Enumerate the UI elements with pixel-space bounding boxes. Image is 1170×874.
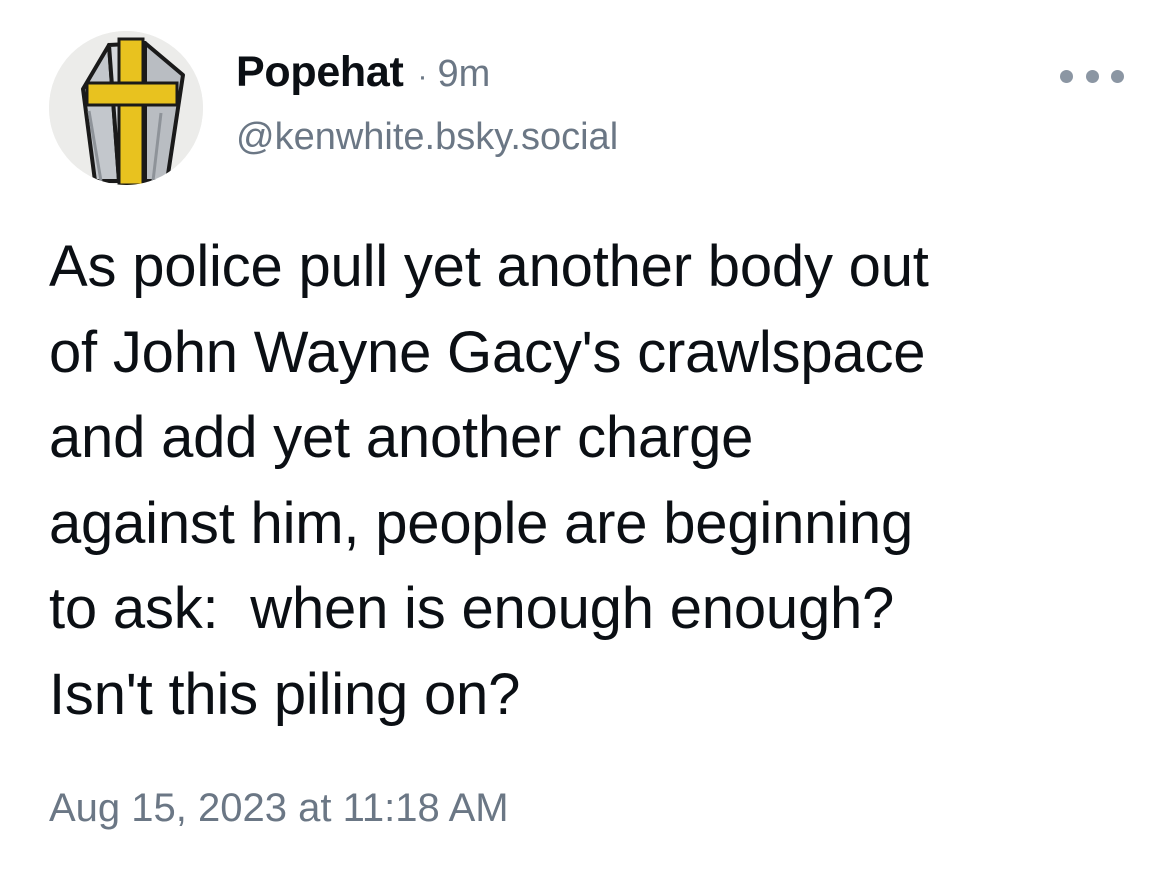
mitre-with-cross-icon	[49, 31, 203, 185]
post-age[interactable]: 9m	[438, 53, 491, 96]
author-handle[interactable]: @kenwhite.bsky.social	[236, 116, 618, 159]
post-timestamp: Aug 15, 2023 at 11:18 AM	[49, 786, 509, 830]
ellipsis-icon	[1111, 69, 1124, 83]
post-body-line: against him, people are beginning	[49, 490, 914, 556]
post-body-line: As police pull yet another body out	[49, 234, 929, 299]
post-body-line: Isn't this piling on?	[49, 661, 521, 727]
post-body-line: of John Wayne Gacy's crawlspace	[49, 319, 926, 385]
author-display-name[interactable]: Popehat	[236, 48, 404, 97]
post: Popehat · 9m @kenwhite.bsky.social As po…	[0, 0, 1170, 874]
header-separator: ·	[417, 60, 428, 93]
more-options-button[interactable]	[1060, 60, 1124, 92]
post-body: As police pull yet another body out of J…	[49, 224, 1129, 738]
ellipsis-icon	[1085, 69, 1099, 83]
post-body-line: to ask: when is enough enough?	[49, 576, 895, 642]
post-body-line: and add yet another charge	[49, 405, 754, 471]
ellipsis-icon	[1060, 69, 1073, 83]
author-avatar[interactable]	[49, 31, 203, 185]
post-header: Popehat · 9m	[236, 48, 490, 108]
